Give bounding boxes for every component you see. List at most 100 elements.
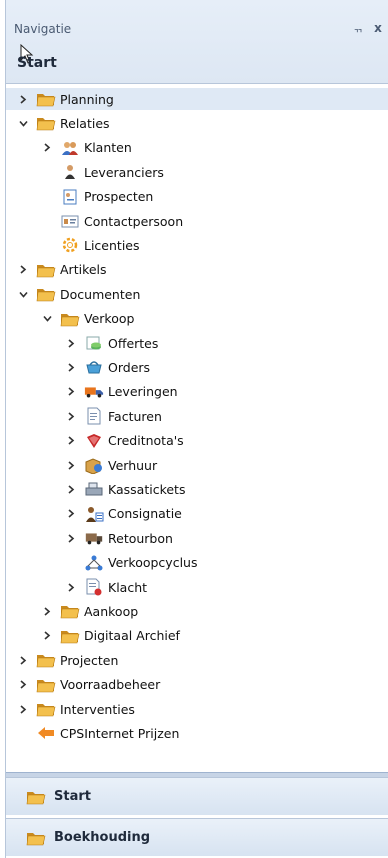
tree-item-verkoop[interactable]: Verkoop (6, 308, 388, 330)
tree-item-retourbon[interactable]: Retourbon (6, 527, 388, 549)
chevron-down-icon[interactable] (40, 308, 54, 330)
prospect-card-icon (60, 188, 80, 206)
chevron-right-icon[interactable] (16, 259, 30, 281)
customers-icon (60, 139, 80, 157)
tree-item-voorraadbeheer[interactable]: Voorraadbeheer (6, 674, 388, 696)
pin-icon[interactable]: ᆩ (351, 20, 365, 36)
folder-icon (36, 651, 56, 669)
chevron-right-icon[interactable] (64, 454, 78, 476)
chevron-right-icon[interactable] (64, 405, 78, 427)
quote-money-icon (84, 334, 104, 352)
panel-titlebar: Navigatie ᆩ x Start (6, 0, 388, 84)
tree-item-digitaal-archief[interactable]: Digitaal Archief (6, 625, 388, 647)
complaint-doc-icon (84, 578, 104, 596)
tree-item-kassatickets[interactable]: Kassatickets (6, 478, 388, 500)
tree-item-label: Projecten (60, 652, 119, 668)
tree-item-label: Voorraadbeheer (60, 677, 161, 693)
tree-item-klanten[interactable]: Klanten (6, 137, 388, 159)
rental-box-icon (84, 456, 104, 474)
sales-cycle-icon (84, 554, 104, 572)
nav-button-start[interactable]: Start (6, 777, 388, 815)
invoice-icon (84, 407, 104, 425)
tree-item-label: CPSInternet Prijzen (60, 725, 180, 741)
folder-icon (36, 90, 56, 108)
panel-title: Navigatie (14, 22, 72, 36)
tree-item-label: Verhuur (108, 457, 158, 473)
tree-item-projecten[interactable]: Projecten (6, 649, 388, 671)
basket-icon (84, 358, 104, 376)
tree-item-consignatie[interactable]: Consignatie (6, 503, 388, 525)
tree-item-label: Leveringen (108, 384, 178, 400)
chevron-right-icon[interactable] (64, 430, 78, 452)
tree-item-aankoop[interactable]: Aankoop (6, 600, 388, 622)
tree-item-klacht[interactable]: Klacht (6, 576, 388, 598)
chevron-right-icon[interactable] (64, 527, 78, 549)
chevron-right-icon[interactable] (64, 576, 78, 598)
chevron-down-icon[interactable] (16, 112, 30, 134)
tree-item-label: Leveranciers (84, 164, 164, 180)
chevron-right-icon[interactable] (16, 674, 30, 696)
tree-item-planning[interactable]: Planning (6, 88, 388, 110)
close-icon[interactable]: x (371, 20, 385, 36)
chevron-right-icon[interactable] (16, 649, 30, 671)
tree-item-label: Contactpersoon (84, 213, 184, 229)
chevron-right-icon[interactable] (64, 503, 78, 525)
tree-item-label: Aankoop (84, 603, 139, 619)
chevron-right-icon[interactable] (64, 381, 78, 403)
license-gear-icon (60, 236, 80, 254)
tree-item-interventies[interactable]: Interventies (6, 698, 388, 720)
tree-item-documenten[interactable]: Documenten (6, 283, 388, 305)
chevron-right-icon[interactable] (16, 88, 30, 110)
tree-item-orders[interactable]: Orders (6, 356, 388, 378)
tree-item-label: Documenten (60, 286, 141, 302)
tree-item-verhuur[interactable]: Verhuur (6, 454, 388, 476)
tree-item-label: Prospecten (84, 189, 154, 205)
folder-icon (60, 627, 80, 645)
folder-icon (36, 700, 56, 718)
tree-item-leveranciers[interactable]: Leveranciers (6, 161, 388, 183)
tree-item-label: Planning (60, 91, 114, 107)
tree-item-label: Kassatickets (108, 481, 186, 497)
tree-item-label: Digitaal Archief (84, 628, 180, 644)
tree-item-label: Verkoop (84, 311, 135, 327)
tree-item-artikels[interactable]: Artikels (6, 259, 388, 281)
chevron-right-icon[interactable] (64, 356, 78, 378)
tree-item-relaties[interactable]: Relaties (6, 112, 388, 134)
chevron-right-icon[interactable] (16, 698, 30, 720)
chevron-down-icon[interactable] (16, 283, 30, 305)
tree-item-leveringen[interactable]: Leveringen (6, 381, 388, 403)
tree-item-verkoopcyclus[interactable]: Verkoopcyclus (6, 552, 388, 574)
return-truck-icon (84, 529, 104, 547)
contact-card-icon (60, 212, 80, 230)
credit-note-icon (84, 432, 104, 450)
nav-button-boekhouding[interactable]: Boekhouding (6, 818, 388, 856)
tree-item-contactpersoon[interactable]: Contactpersoon (6, 210, 388, 232)
tree-item-licenties[interactable]: Licenties (6, 234, 388, 256)
folder-icon (36, 114, 56, 132)
tree-item-offertes[interactable]: Offertes (6, 332, 388, 354)
navigation-tree: Planning Relaties Klanten Leveranciers Prosp… (6, 84, 388, 772)
chevron-right-icon[interactable] (40, 137, 54, 159)
nav-button-label: Boekhouding (54, 830, 151, 845)
folder-icon (36, 676, 56, 694)
tree-item-creditnota-s[interactable]: Creditnota's (6, 430, 388, 452)
navigation-panel: Navigatie ᆩ x Start Planning Relaties Klan… (5, 0, 388, 858)
chevron-right-icon[interactable] (64, 478, 78, 500)
chevron-right-icon[interactable] (64, 332, 78, 354)
section-header: Start (17, 55, 57, 71)
tree-item-label: Consignatie (108, 506, 182, 522)
folder-icon (60, 310, 80, 328)
chevron-right-icon[interactable] (40, 600, 54, 622)
tree-item-label: Relaties (60, 115, 110, 131)
tree-item-label: Klacht (108, 579, 148, 595)
nav-button-label: Start (54, 789, 91, 804)
tree-item-label: Verkoopcyclus (108, 555, 198, 571)
tree-item-prospecten[interactable]: Prospecten (6, 186, 388, 208)
chevron-right-icon[interactable] (40, 625, 54, 647)
tree-item-facturen[interactable]: Facturen (6, 405, 388, 427)
internet-prices-icon (36, 724, 56, 742)
tree-item-cpsinternet-prijzen[interactable]: CPSInternet Prijzen (6, 722, 388, 744)
